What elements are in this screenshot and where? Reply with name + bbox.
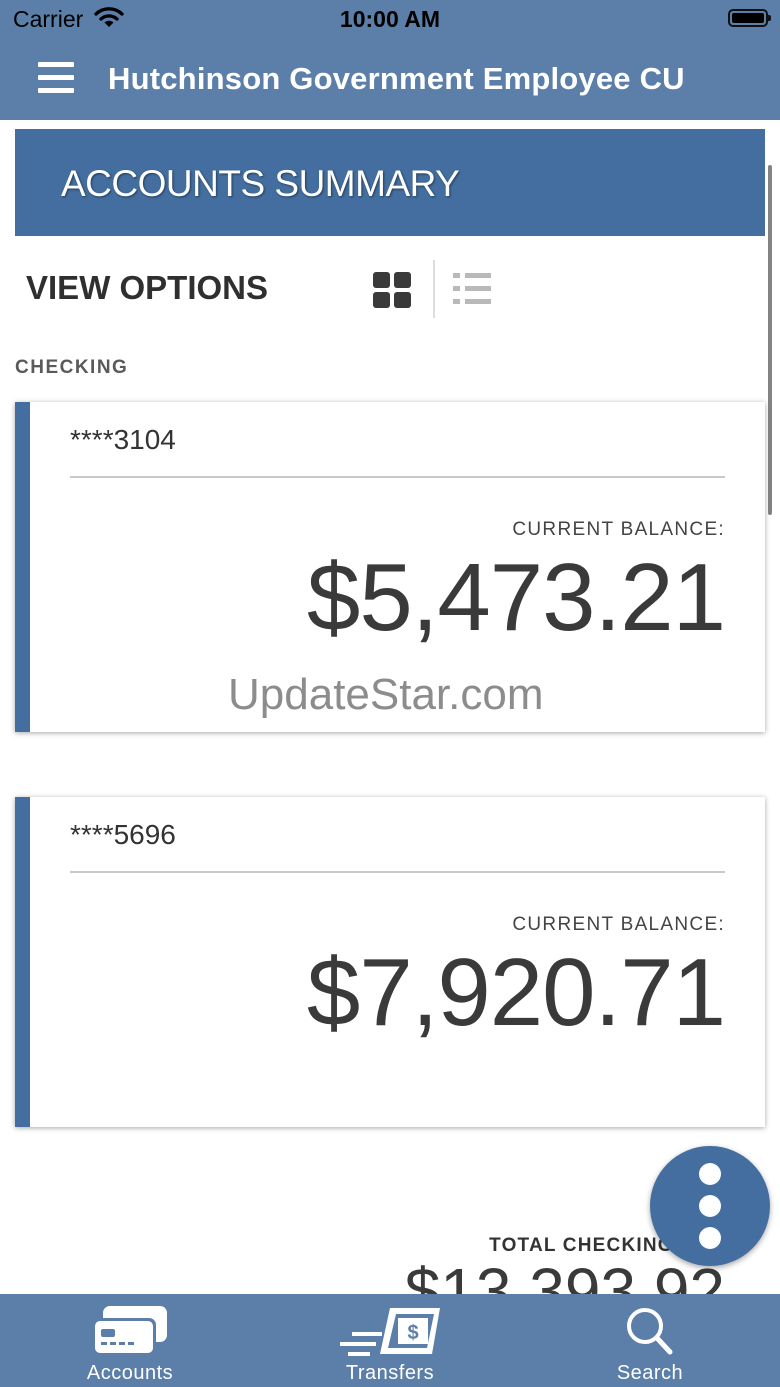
account-number: ****5696 — [70, 819, 176, 850]
tab-search[interactable]: Search — [520, 1294, 780, 1387]
tab-label: Accounts — [86, 1362, 174, 1384]
account-number: ****3104 — [70, 424, 176, 455]
tab-transfers[interactable]: $ Transfers — [260, 1294, 520, 1387]
status-time: 10:00 AM — [339, 6, 441, 32]
list-view-icon[interactable] — [453, 272, 491, 306]
more-vertical-icon — [699, 1163, 721, 1185]
current-balance-label: CURRENT BALANCE: — [512, 914, 725, 935]
accounts-summary-banner: ACCOUNTS SUMMARY — [15, 129, 765, 236]
tab-label: Transfers — [345, 1362, 435, 1384]
scroll-indicator[interactable] — [768, 165, 772, 515]
current-balance-amount: $7,920.71 — [306, 939, 726, 1046]
tab-accounts[interactable]: Accounts — [0, 1294, 260, 1387]
view-options-divider — [433, 260, 435, 318]
status-bar: Carrier 10:00 AM — [0, 0, 780, 40]
card-divider — [70, 476, 725, 478]
app-title: Hutchinson Government Employee CU — [108, 61, 685, 96]
page-title: ACCOUNTS SUMMARY — [61, 163, 460, 204]
view-options-label: VIEW OPTIONS — [26, 269, 269, 306]
watermark-text: UpdateStar.com — [228, 670, 544, 719]
svg-text:$: $ — [407, 1322, 418, 1344]
card-accent-bar — [15, 402, 30, 732]
checking-section-label: CHECKING — [15, 357, 129, 378]
current-balance-amount: $5,473.21 — [306, 544, 726, 651]
transfer-icon: $ — [340, 1308, 440, 1356]
battery-icon — [728, 9, 771, 27]
tab-label: Search — [616, 1362, 684, 1384]
app-header: Hutchinson Government Employee CU — [0, 40, 780, 120]
current-balance-label: CURRENT BALANCE: — [512, 519, 725, 540]
tab-bar: Accounts $ Transfers Search — [0, 1294, 780, 1387]
more-options-button[interactable] — [650, 1146, 770, 1266]
search-icon — [627, 1308, 673, 1355]
menu-icon[interactable] — [38, 62, 74, 94]
cards-icon — [92, 1306, 167, 1356]
card-accent-bar — [15, 797, 30, 1127]
card-divider — [70, 871, 725, 873]
grid-view-icon[interactable] — [373, 272, 411, 308]
account-card[interactable]: ****5696 CURRENT BALANCE: $7,920.71 — [15, 797, 765, 1127]
